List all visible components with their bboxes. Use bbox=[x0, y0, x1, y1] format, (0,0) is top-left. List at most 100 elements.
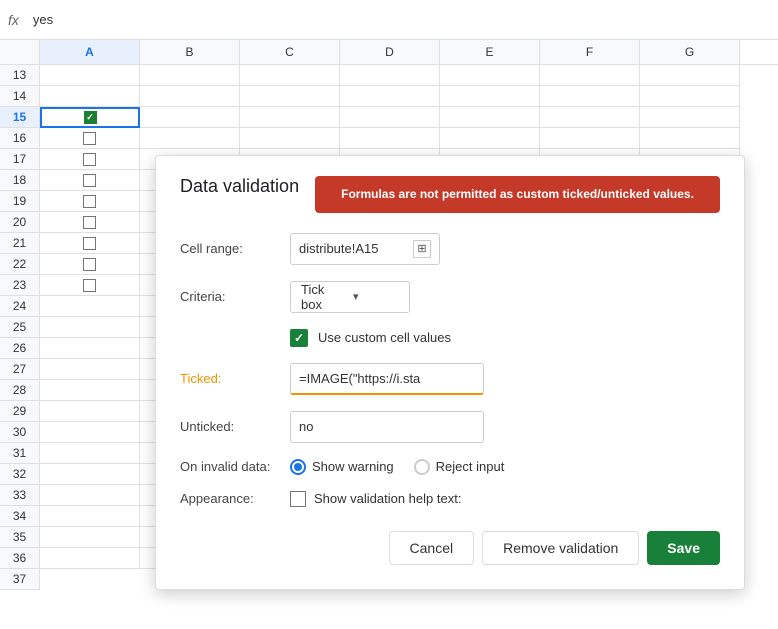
cell-b14[interactable] bbox=[140, 86, 240, 107]
custom-values-label: Use custom cell values bbox=[318, 330, 451, 345]
cell-b15[interactable] bbox=[140, 107, 240, 128]
row-num-24: 24 bbox=[0, 296, 39, 317]
show-warning-radio[interactable] bbox=[290, 459, 306, 475]
cell-a14[interactable] bbox=[40, 86, 140, 107]
dialog-header: Data validation Formulas are not permitt… bbox=[180, 176, 720, 213]
cell-a20[interactable] bbox=[40, 212, 140, 233]
row-num-35: 35 bbox=[0, 527, 39, 548]
remove-validation-button[interactable]: Remove validation bbox=[482, 531, 639, 565]
cell-g15[interactable] bbox=[640, 107, 740, 128]
grid-row-16 bbox=[40, 128, 740, 149]
cancel-button[interactable]: Cancel bbox=[389, 531, 475, 565]
dialog-actions: Cancel Remove validation Save bbox=[180, 531, 720, 565]
checkbox-a16[interactable] bbox=[83, 132, 96, 145]
cell-a16[interactable] bbox=[40, 128, 140, 149]
checkbox-a22[interactable] bbox=[83, 258, 96, 271]
col-header-f[interactable]: F bbox=[540, 40, 640, 64]
cell-a22[interactable] bbox=[40, 254, 140, 275]
on-invalid-data-row: On invalid data: Show warning Reject inp… bbox=[180, 459, 720, 475]
dialog-title: Data validation bbox=[180, 176, 299, 197]
spreadsheet: fx yes A B C D E F G 13 14 15 16 17 18 1… bbox=[0, 0, 778, 629]
on-invalid-label: On invalid data: bbox=[180, 459, 290, 474]
show-warning-option[interactable]: Show warning bbox=[290, 459, 394, 475]
row-num-30: 30 bbox=[0, 422, 39, 443]
row-num-33: 33 bbox=[0, 485, 39, 506]
col-header-a[interactable]: A bbox=[40, 40, 140, 64]
cell-a17[interactable] bbox=[40, 149, 140, 170]
cell-range-input[interactable]: distribute!A15 ⊞ bbox=[290, 233, 440, 265]
radio-group: Show warning Reject input bbox=[290, 459, 504, 475]
cell-d14[interactable] bbox=[340, 86, 440, 107]
cell-c15[interactable] bbox=[240, 107, 340, 128]
reject-input-label: Reject input bbox=[436, 459, 505, 474]
unticked-label: Unticked: bbox=[180, 419, 290, 434]
cell-b13[interactable] bbox=[140, 65, 240, 86]
checkbox-a21[interactable] bbox=[83, 237, 96, 250]
cell-f14[interactable] bbox=[540, 86, 640, 107]
row-num-18: 18 bbox=[0, 170, 39, 191]
row-num-21: 21 bbox=[0, 233, 39, 254]
row-numbers: 13 14 15 16 17 18 19 20 21 22 23 24 25 2… bbox=[0, 65, 40, 590]
cell-d15[interactable] bbox=[340, 107, 440, 128]
col-header-b[interactable]: B bbox=[140, 40, 240, 64]
cell-g13[interactable] bbox=[640, 65, 740, 86]
criteria-row: Criteria: Tick box ▾ bbox=[180, 281, 720, 313]
cell-f15[interactable] bbox=[540, 107, 640, 128]
grid-row-15 bbox=[40, 107, 740, 128]
row-num-31: 31 bbox=[0, 443, 39, 464]
row-num-29: 29 bbox=[0, 401, 39, 422]
ticked-label: Ticked: bbox=[180, 371, 290, 386]
checkbox-a18[interactable] bbox=[83, 174, 96, 187]
criteria-dropdown[interactable]: Tick box ▾ bbox=[290, 281, 410, 313]
checkbox-a23[interactable] bbox=[83, 279, 96, 292]
grid-select-icon[interactable]: ⊞ bbox=[413, 240, 431, 258]
grid-row-14 bbox=[40, 86, 740, 107]
col-header-c[interactable]: C bbox=[240, 40, 340, 64]
col-header-e[interactable]: E bbox=[440, 40, 540, 64]
cell-a18[interactable] bbox=[40, 170, 140, 191]
reject-input-radio[interactable] bbox=[414, 459, 430, 475]
cell-range-row: Cell range: distribute!A15 ⊞ bbox=[180, 233, 720, 265]
cell-g14[interactable] bbox=[640, 86, 740, 107]
show-warning-label: Show warning bbox=[312, 459, 394, 474]
grid-row-13 bbox=[40, 65, 740, 86]
checkbox-a20[interactable] bbox=[83, 216, 96, 229]
validation-help-label: Show validation help text: bbox=[314, 491, 461, 506]
data-validation-dialog: Data validation Formulas are not permitt… bbox=[155, 155, 745, 590]
col-header-d[interactable]: D bbox=[340, 40, 440, 64]
cell-f13[interactable] bbox=[540, 65, 640, 86]
ticked-input[interactable] bbox=[290, 363, 484, 395]
row-num-16: 16 bbox=[0, 128, 39, 149]
cell-e14[interactable] bbox=[440, 86, 540, 107]
reject-input-option[interactable]: Reject input bbox=[414, 459, 505, 475]
save-button[interactable]: Save bbox=[647, 531, 720, 565]
fx-icon: fx bbox=[8, 12, 19, 28]
cell-a23[interactable] bbox=[40, 275, 140, 296]
checkbox-a17[interactable] bbox=[83, 153, 96, 166]
col-header-g[interactable]: G bbox=[640, 40, 740, 64]
cell-range-label: Cell range: bbox=[180, 241, 290, 256]
row-num-25: 25 bbox=[0, 317, 39, 338]
row-num-13: 13 bbox=[0, 65, 39, 86]
custom-values-checkbox[interactable] bbox=[290, 329, 308, 347]
cell-d13[interactable] bbox=[340, 65, 440, 86]
cell-c14[interactable] bbox=[240, 86, 340, 107]
unticked-input[interactable] bbox=[290, 411, 484, 443]
row-num-14: 14 bbox=[0, 86, 39, 107]
checkbox-a15[interactable] bbox=[84, 111, 97, 124]
appearance-label: Appearance: bbox=[180, 491, 290, 506]
column-headers: A B C D E F G bbox=[0, 40, 778, 65]
cell-a15[interactable] bbox=[40, 107, 140, 128]
cell-a13[interactable] bbox=[40, 65, 140, 86]
cell-e13[interactable] bbox=[440, 65, 540, 86]
cell-c13[interactable] bbox=[240, 65, 340, 86]
formula-bar: fx yes bbox=[0, 0, 778, 40]
checkbox-a19[interactable] bbox=[83, 195, 96, 208]
row-num-19: 19 bbox=[0, 191, 39, 212]
cell-a21[interactable] bbox=[40, 233, 140, 254]
row-num-34: 34 bbox=[0, 506, 39, 527]
cell-a19[interactable] bbox=[40, 191, 140, 212]
cell-e15[interactable] bbox=[440, 107, 540, 128]
appearance-checkbox[interactable] bbox=[290, 491, 306, 507]
row-num-32: 32 bbox=[0, 464, 39, 485]
